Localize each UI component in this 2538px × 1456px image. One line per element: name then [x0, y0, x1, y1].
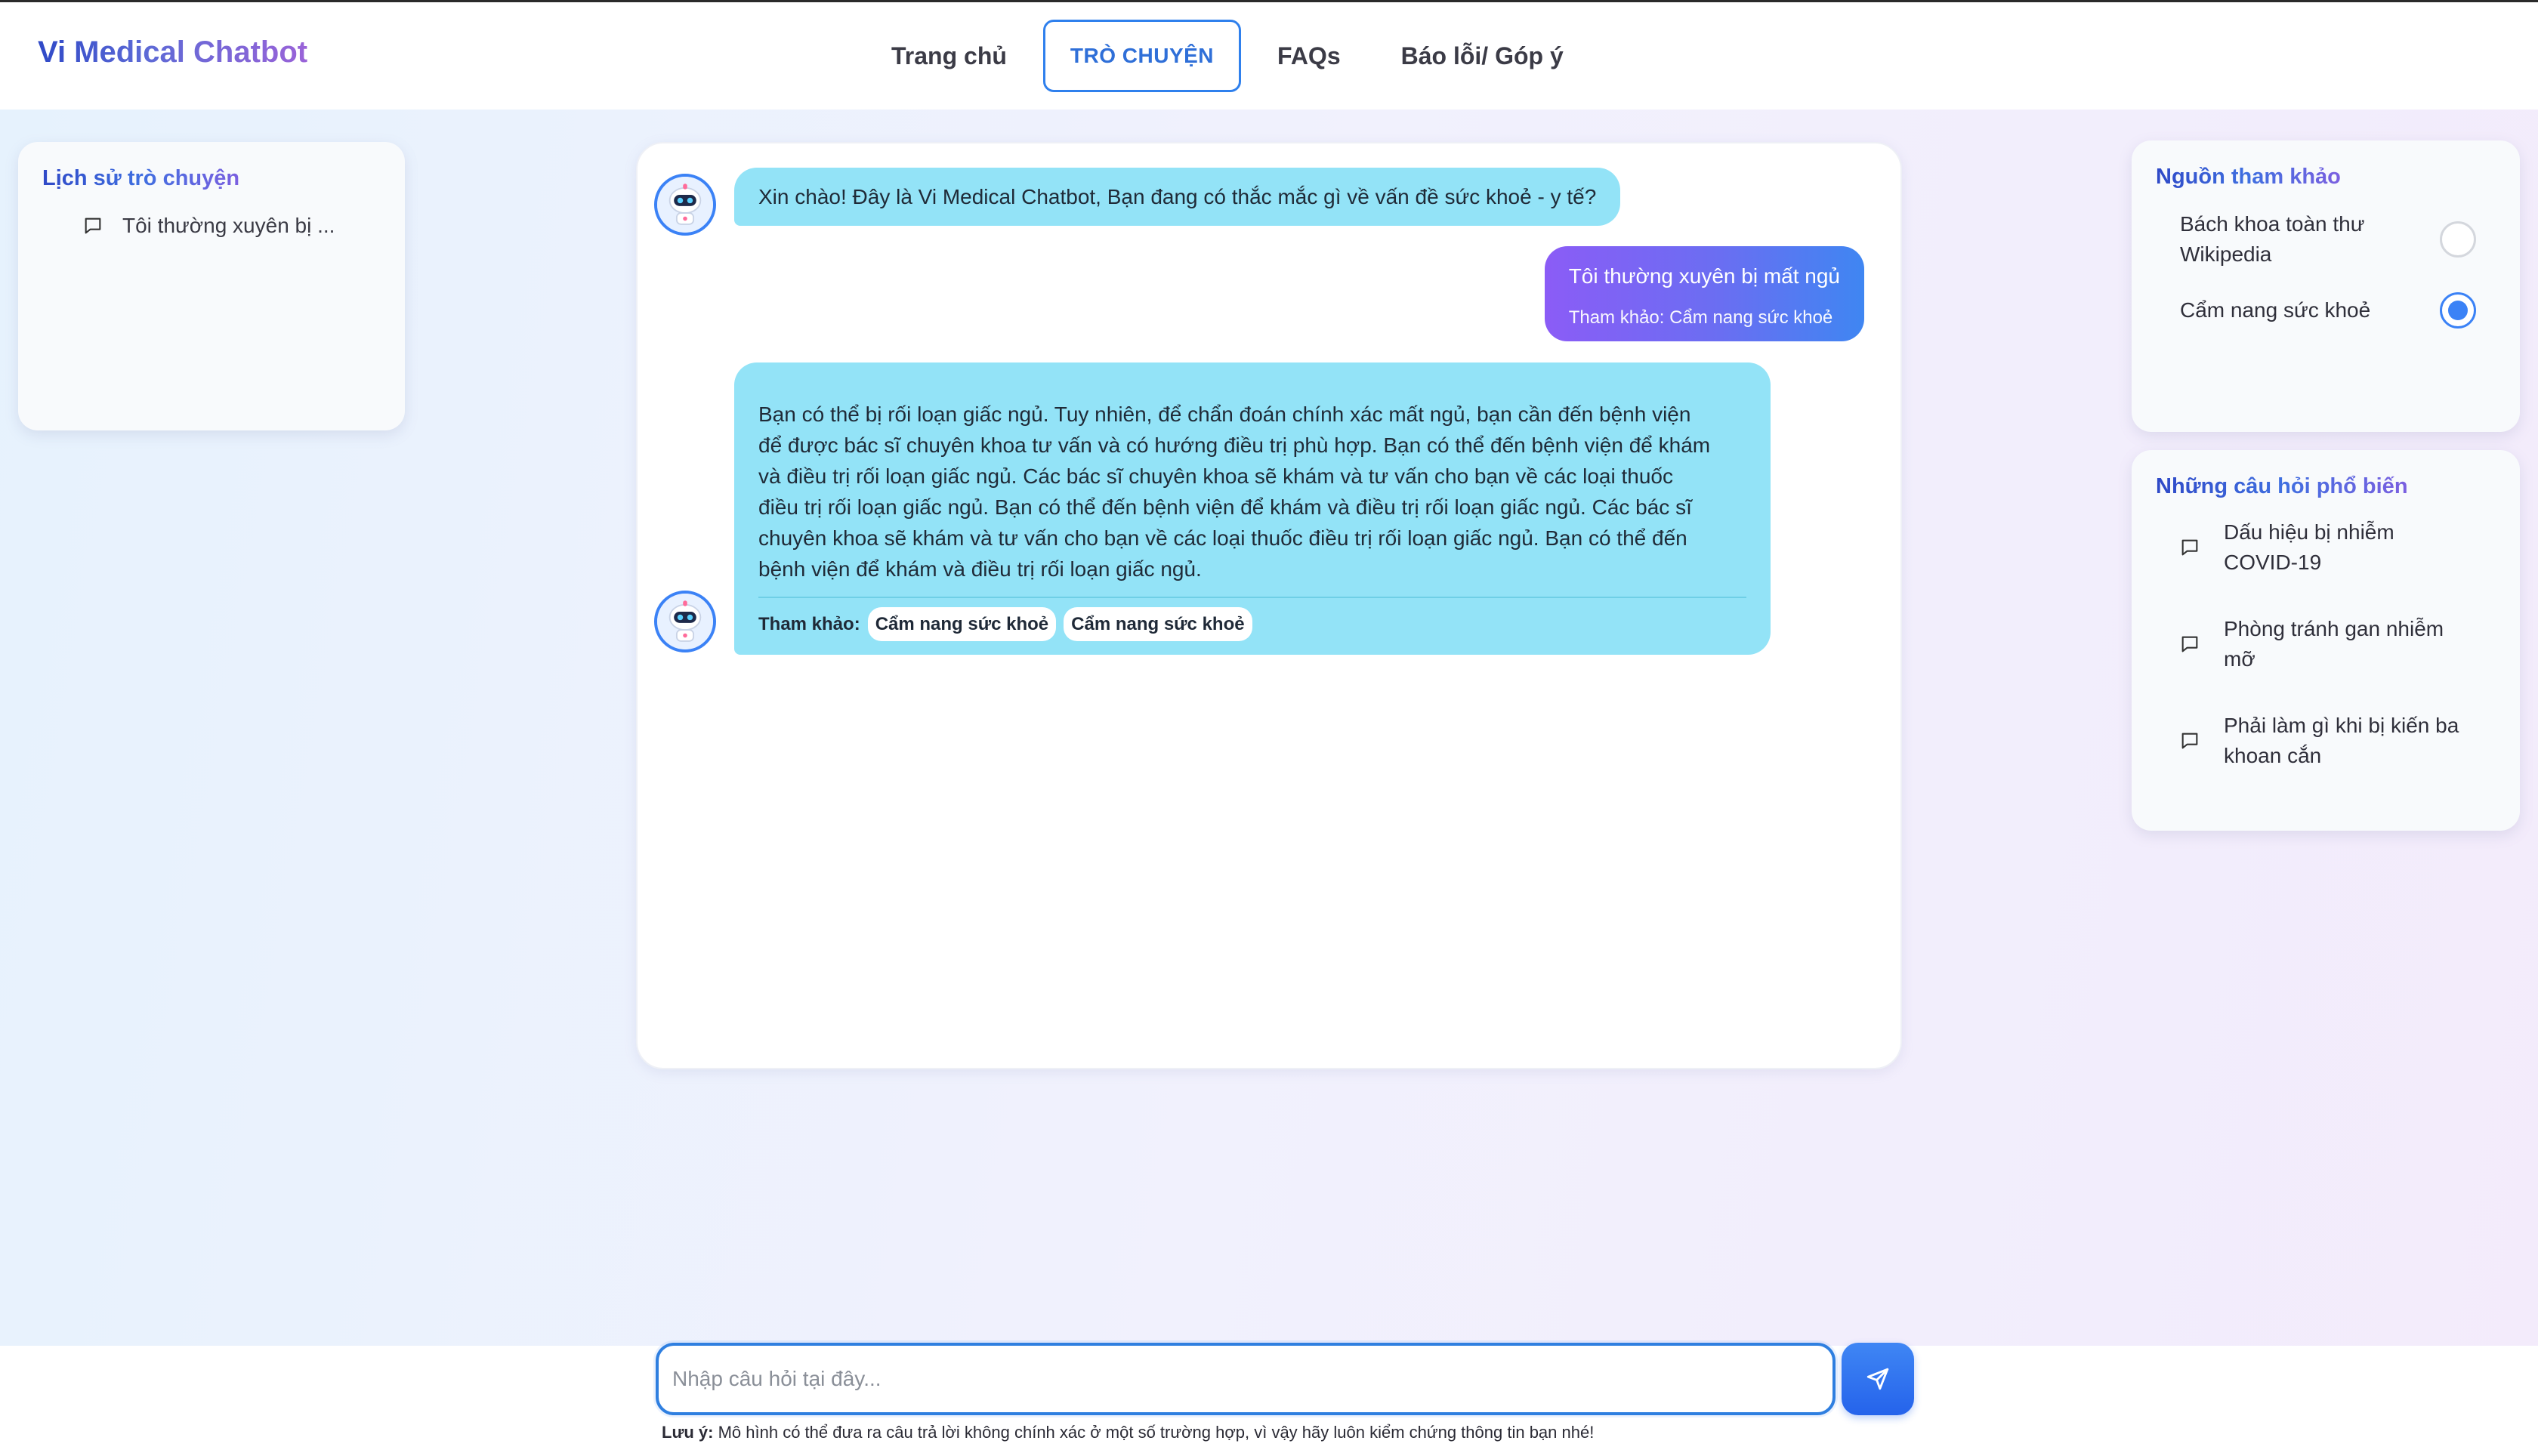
chat-bubble-icon	[2181, 539, 2198, 556]
main-nav: Trang chủ TRÒ CHUYỆN FAQs Báo lỗi/ Góp ý	[861, 20, 1594, 92]
source-radio-wikipedia[interactable]	[2440, 221, 2476, 258]
disclaimer-text: Mô hình có thể đưa ra câu trả lời không …	[713, 1423, 1595, 1442]
sources-card: Nguồn tham khảo Bách khoa toàn thư Wikip…	[2132, 140, 2520, 432]
user-message-reference: Tham khảo: Cẩm nang sức khoẻ	[1568, 307, 1833, 328]
answer-ref-label: Tham khảo:	[758, 614, 860, 634]
chat-panel: Xin chào! Đây là Vi Medical Chatbot, Bạn…	[636, 142, 1902, 1069]
answer-divider	[758, 597, 1746, 598]
popular-question-label: Phải làm gì khi bị kiến ba khoan cắn	[2224, 714, 2459, 767]
nav-home[interactable]: Trang chủ	[861, 20, 1037, 92]
question-input[interactable]	[656, 1343, 1836, 1415]
send-icon	[1866, 1368, 1889, 1390]
source-radio-cam-nang[interactable]	[2440, 292, 2476, 329]
sources-title: Nguồn tham khảo	[2156, 165, 2341, 189]
chat-history-card: Lịch sử trò chuyện Tôi thường xuyên bị .…	[18, 142, 405, 430]
disclaimer-label: Lưu ý:	[662, 1423, 714, 1442]
send-button[interactable]	[1842, 1343, 1914, 1415]
bot-answer-line: và điều trị rối loạn giấc ngủ. Các bác s…	[758, 464, 1673, 488]
bot-greeting-text: Xin chào! Đây là Vi Medical Chatbot, Bạn…	[758, 185, 1597, 208]
user-message-text: Tôi thường xuyên bị mất ngủ	[1568, 264, 1840, 288]
top-navbar: Vi Medical Chatbot Trang chủ TRÒ CHUYỆN …	[0, 2, 2538, 110]
bot-avatar	[654, 591, 716, 652]
bot-answer-bubble: Bạn có thể bị rối loạn giấc ngủ. Tuy nhi…	[734, 362, 1771, 655]
chat-bubble-icon	[85, 217, 101, 234]
bot-greeting-bubble: Xin chào! Đây là Vi Medical Chatbot, Bạn…	[734, 168, 1621, 226]
nav-feedback[interactable]: Báo lỗi/ Góp ý	[1371, 20, 1594, 92]
nav-faqs[interactable]: FAQs	[1247, 20, 1371, 92]
popular-question-label: Dấu hiệu bị nhiễm COVID-19	[2224, 520, 2394, 574]
chat-bubble-icon	[2181, 636, 2198, 652]
bot-avatar	[654, 174, 716, 236]
source-option-cam-nang[interactable]: Cẩm nang sức khoẻ	[2180, 292, 2496, 329]
bot-answer-line: điều trị rối loạn giấc ngủ. Bạn có thể đ…	[758, 495, 1692, 519]
history-item[interactable]: Tôi thường xuyên bị ...	[82, 214, 381, 238]
answer-references: Tham khảo: Cẩm nang sức khoẻ Cẩm nang sứ…	[758, 607, 1746, 641]
reference-chip[interactable]: Cẩm nang sức khoẻ	[867, 607, 1057, 641]
popular-question-label: Phòng tránh gan nhiễm mỡ	[2224, 617, 2444, 671]
reference-chip[interactable]: Cẩm nang sức khoẻ	[1064, 607, 1252, 641]
user-message-bubble: Tôi thường xuyên bị mất ngủ Tham khảo: C…	[1544, 246, 1864, 341]
source-option-label: Cẩm nang sức khoẻ	[2180, 298, 2371, 322]
brand-logo[interactable]: Vi Medical Chatbot	[38, 35, 307, 69]
popular-questions-card: Những câu hỏi phổ biến Dấu hiệu bị nhiễm…	[2132, 450, 2520, 831]
bot-answer-line: bệnh viện để khám và điều trị rối loạn g…	[758, 557, 1202, 581]
chat-bubble-icon	[2181, 733, 2198, 749]
source-option-label: Bách khoa toàn thư Wikipedia	[2180, 212, 2365, 266]
robot-avatar-icon	[657, 594, 713, 649]
disclaimer-note: Lưu ý: Mô hình có thể đưa ra câu trả lời…	[662, 1423, 1594, 1442]
history-item-label: Tôi thường xuyên bị ...	[122, 214, 335, 237]
robot-avatar-icon	[657, 177, 713, 233]
chat-history-title: Lịch sử trò chuyện	[42, 166, 240, 190]
nav-chat[interactable]: TRÒ CHUYỆN	[1042, 20, 1242, 92]
popular-question-item[interactable]: Phải làm gì khi bị kiến ba khoan cắn	[2178, 711, 2496, 771]
bot-answer-line: Bạn có thể bị rối loạn giấc ngủ. Tuy nhi…	[758, 403, 1691, 426]
popular-question-item[interactable]: Phòng tránh gan nhiễm mỡ	[2178, 614, 2496, 674]
source-option-wikipedia[interactable]: Bách khoa toàn thư Wikipedia	[2180, 209, 2496, 270]
popular-question-item[interactable]: Dấu hiệu bị nhiễm COVID-19	[2178, 517, 2496, 578]
popular-questions-title: Những câu hỏi phổ biến	[2156, 474, 2408, 498]
bot-answer-line: chuyên khoa sẽ khám và tư vấn cho bạn về…	[758, 526, 1687, 550]
bot-answer-line: để được bác sĩ chuyên khoa tư vấn và có …	[758, 433, 1711, 457]
